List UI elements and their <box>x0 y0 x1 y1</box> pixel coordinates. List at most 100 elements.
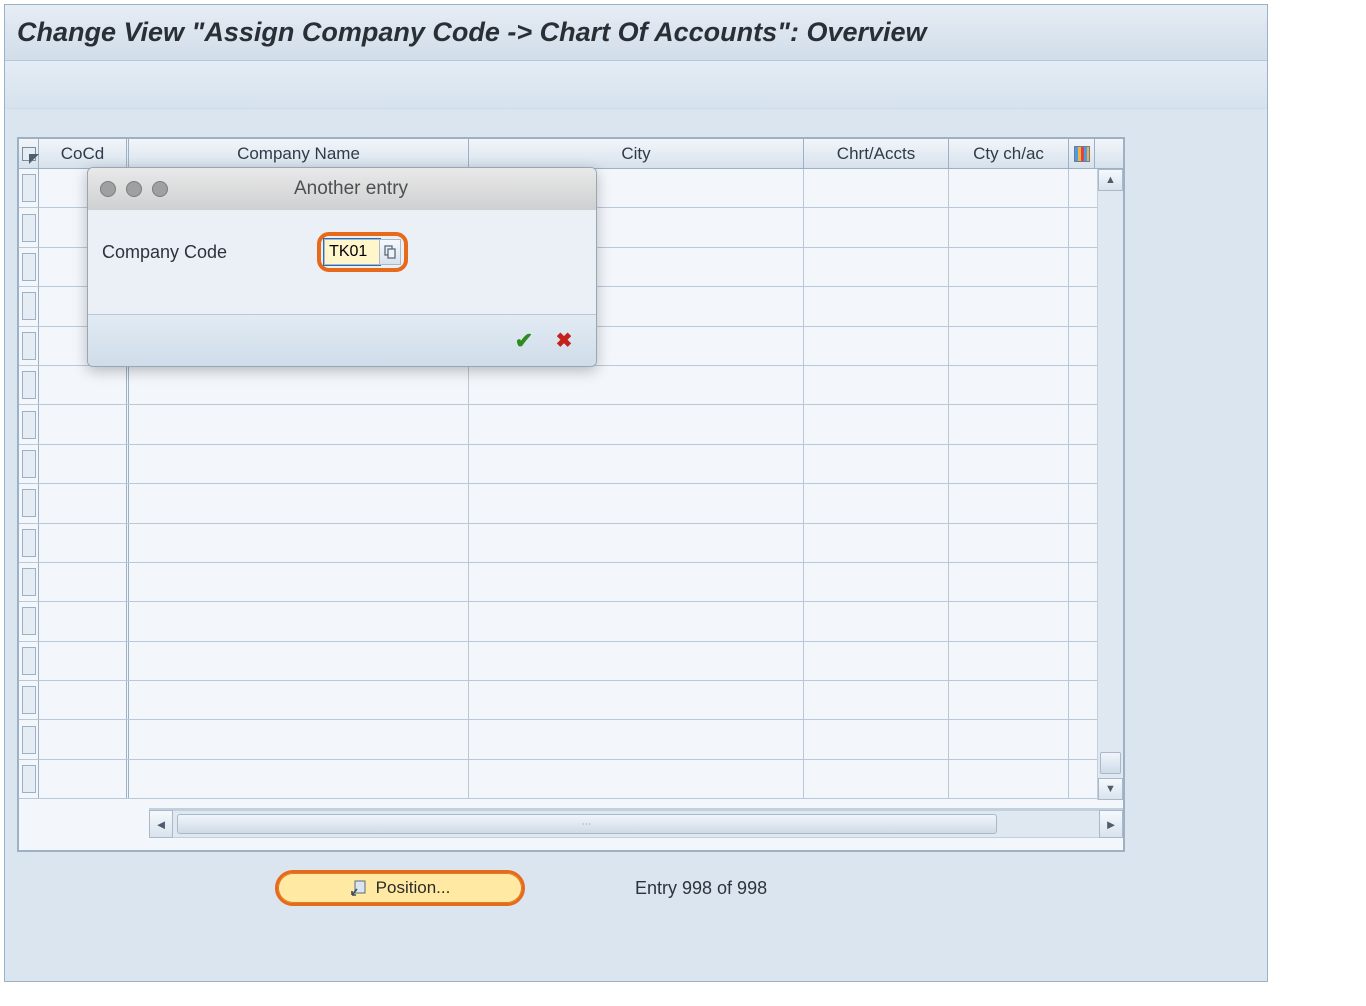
row-select-cell[interactable] <box>19 445 39 483</box>
cell-chrt-accts[interactable] <box>804 208 949 246</box>
cell-cocd[interactable] <box>39 484 129 522</box>
scroll-up-button[interactable]: ▲ <box>1098 169 1123 191</box>
horizontal-scroll-track[interactable]: ⋯ <box>173 810 1099 838</box>
cell-chrt-accts[interactable] <box>804 287 949 325</box>
cell-company-name[interactable] <box>129 524 469 562</box>
cell-cocd[interactable] <box>39 366 129 404</box>
row-select-cell[interactable] <box>19 169 39 207</box>
select-all-header[interactable] <box>19 139 39 168</box>
cell-company-name[interactable] <box>129 602 469 640</box>
row-select-cell[interactable] <box>19 208 39 246</box>
cell-cty-ch-ac[interactable] <box>949 760 1069 798</box>
cell-cocd[interactable] <box>39 681 129 719</box>
cell-city[interactable] <box>469 484 804 522</box>
table-row[interactable] <box>19 602 1123 641</box>
cell-cty-ch-ac[interactable] <box>949 208 1069 246</box>
cell-chrt-accts[interactable] <box>804 405 949 443</box>
row-select-cell[interactable] <box>19 248 39 286</box>
table-row[interactable] <box>19 405 1123 444</box>
horizontal-scrollbar[interactable]: ◄ ⋯ ► <box>149 808 1123 838</box>
row-select-cell[interactable] <box>19 681 39 719</box>
cell-company-name[interactable] <box>129 760 469 798</box>
cell-chrt-accts[interactable] <box>804 327 949 365</box>
table-row[interactable] <box>19 524 1123 563</box>
dialog-confirm-button[interactable]: ✔ <box>510 329 538 353</box>
company-code-input[interactable] <box>324 239 380 265</box>
column-config-button[interactable] <box>1069 139 1095 168</box>
cell-city[interactable] <box>469 563 804 601</box>
cell-cocd[interactable] <box>39 563 129 601</box>
cell-city[interactable] <box>469 602 804 640</box>
vertical-scroll-thumb[interactable] <box>1100 752 1121 774</box>
cell-cocd[interactable] <box>39 524 129 562</box>
vertical-scroll-track[interactable] <box>1098 191 1123 778</box>
row-select-cell[interactable] <box>19 287 39 325</box>
cell-chrt-accts[interactable] <box>804 248 949 286</box>
cell-cty-ch-ac[interactable] <box>949 563 1069 601</box>
cell-cty-ch-ac[interactable] <box>949 642 1069 680</box>
row-select-cell[interactable] <box>19 327 39 365</box>
row-select-cell[interactable] <box>19 405 39 443</box>
column-header-city[interactable]: City <box>469 139 804 168</box>
cell-chrt-accts[interactable] <box>804 366 949 404</box>
cell-city[interactable] <box>469 524 804 562</box>
cell-city[interactable] <box>469 720 804 758</box>
cell-company-name[interactable] <box>129 642 469 680</box>
cell-company-name[interactable] <box>129 681 469 719</box>
cell-cty-ch-ac[interactable] <box>949 366 1069 404</box>
cell-cty-ch-ac[interactable] <box>949 169 1069 207</box>
cell-company-name[interactable] <box>129 445 469 483</box>
table-row[interactable] <box>19 642 1123 681</box>
cell-chrt-accts[interactable] <box>804 445 949 483</box>
cell-cty-ch-ac[interactable] <box>949 681 1069 719</box>
cell-chrt-accts[interactable] <box>804 720 949 758</box>
cell-chrt-accts[interactable] <box>804 524 949 562</box>
row-select-cell[interactable] <box>19 720 39 758</box>
cell-cty-ch-ac[interactable] <box>949 327 1069 365</box>
cell-city[interactable] <box>469 445 804 483</box>
row-select-cell[interactable] <box>19 760 39 798</box>
cell-chrt-accts[interactable] <box>804 642 949 680</box>
cell-cty-ch-ac[interactable] <box>949 405 1069 443</box>
table-row[interactable] <box>19 484 1123 523</box>
cell-company-name[interactable] <box>129 405 469 443</box>
cell-chrt-accts[interactable] <box>804 602 949 640</box>
value-help-button[interactable] <box>379 239 401 265</box>
cell-cty-ch-ac[interactable] <box>949 524 1069 562</box>
column-header-cocd[interactable]: CoCd <box>39 139 129 168</box>
cell-city[interactable] <box>469 681 804 719</box>
cell-cty-ch-ac[interactable] <box>949 720 1069 758</box>
scroll-down-button[interactable]: ▼ <box>1098 778 1123 800</box>
cell-cty-ch-ac[interactable] <box>949 287 1069 325</box>
table-row[interactable] <box>19 720 1123 759</box>
cell-cty-ch-ac[interactable] <box>949 484 1069 522</box>
cell-cocd[interactable] <box>39 405 129 443</box>
table-row[interactable] <box>19 445 1123 484</box>
cell-city[interactable] <box>469 366 804 404</box>
cell-cty-ch-ac[interactable] <box>949 248 1069 286</box>
window-close-icon[interactable] <box>100 181 116 197</box>
column-header-cty-ch-ac[interactable]: Cty ch/ac <box>949 139 1069 168</box>
cell-company-name[interactable] <box>129 720 469 758</box>
cell-city[interactable] <box>469 760 804 798</box>
cell-cocd[interactable] <box>39 602 129 640</box>
cell-city[interactable] <box>469 642 804 680</box>
dialog-cancel-button[interactable]: ✖ <box>550 329 578 353</box>
cell-city[interactable] <box>469 405 804 443</box>
cell-chrt-accts[interactable] <box>804 563 949 601</box>
cell-chrt-accts[interactable] <box>804 484 949 522</box>
dialog-title-bar[interactable]: Another entry <box>88 168 596 210</box>
row-select-cell[interactable] <box>19 484 39 522</box>
row-select-cell[interactable] <box>19 524 39 562</box>
cell-chrt-accts[interactable] <box>804 760 949 798</box>
row-select-cell[interactable] <box>19 563 39 601</box>
cell-cocd[interactable] <box>39 642 129 680</box>
cell-cty-ch-ac[interactable] <box>949 445 1069 483</box>
position-button[interactable]: Position... <box>275 870 525 906</box>
table-row[interactable] <box>19 563 1123 602</box>
cell-company-name[interactable] <box>129 366 469 404</box>
cell-cocd[interactable] <box>39 445 129 483</box>
row-select-cell[interactable] <box>19 642 39 680</box>
window-minimize-icon[interactable] <box>126 181 142 197</box>
scroll-left-button[interactable]: ◄ <box>149 810 173 838</box>
